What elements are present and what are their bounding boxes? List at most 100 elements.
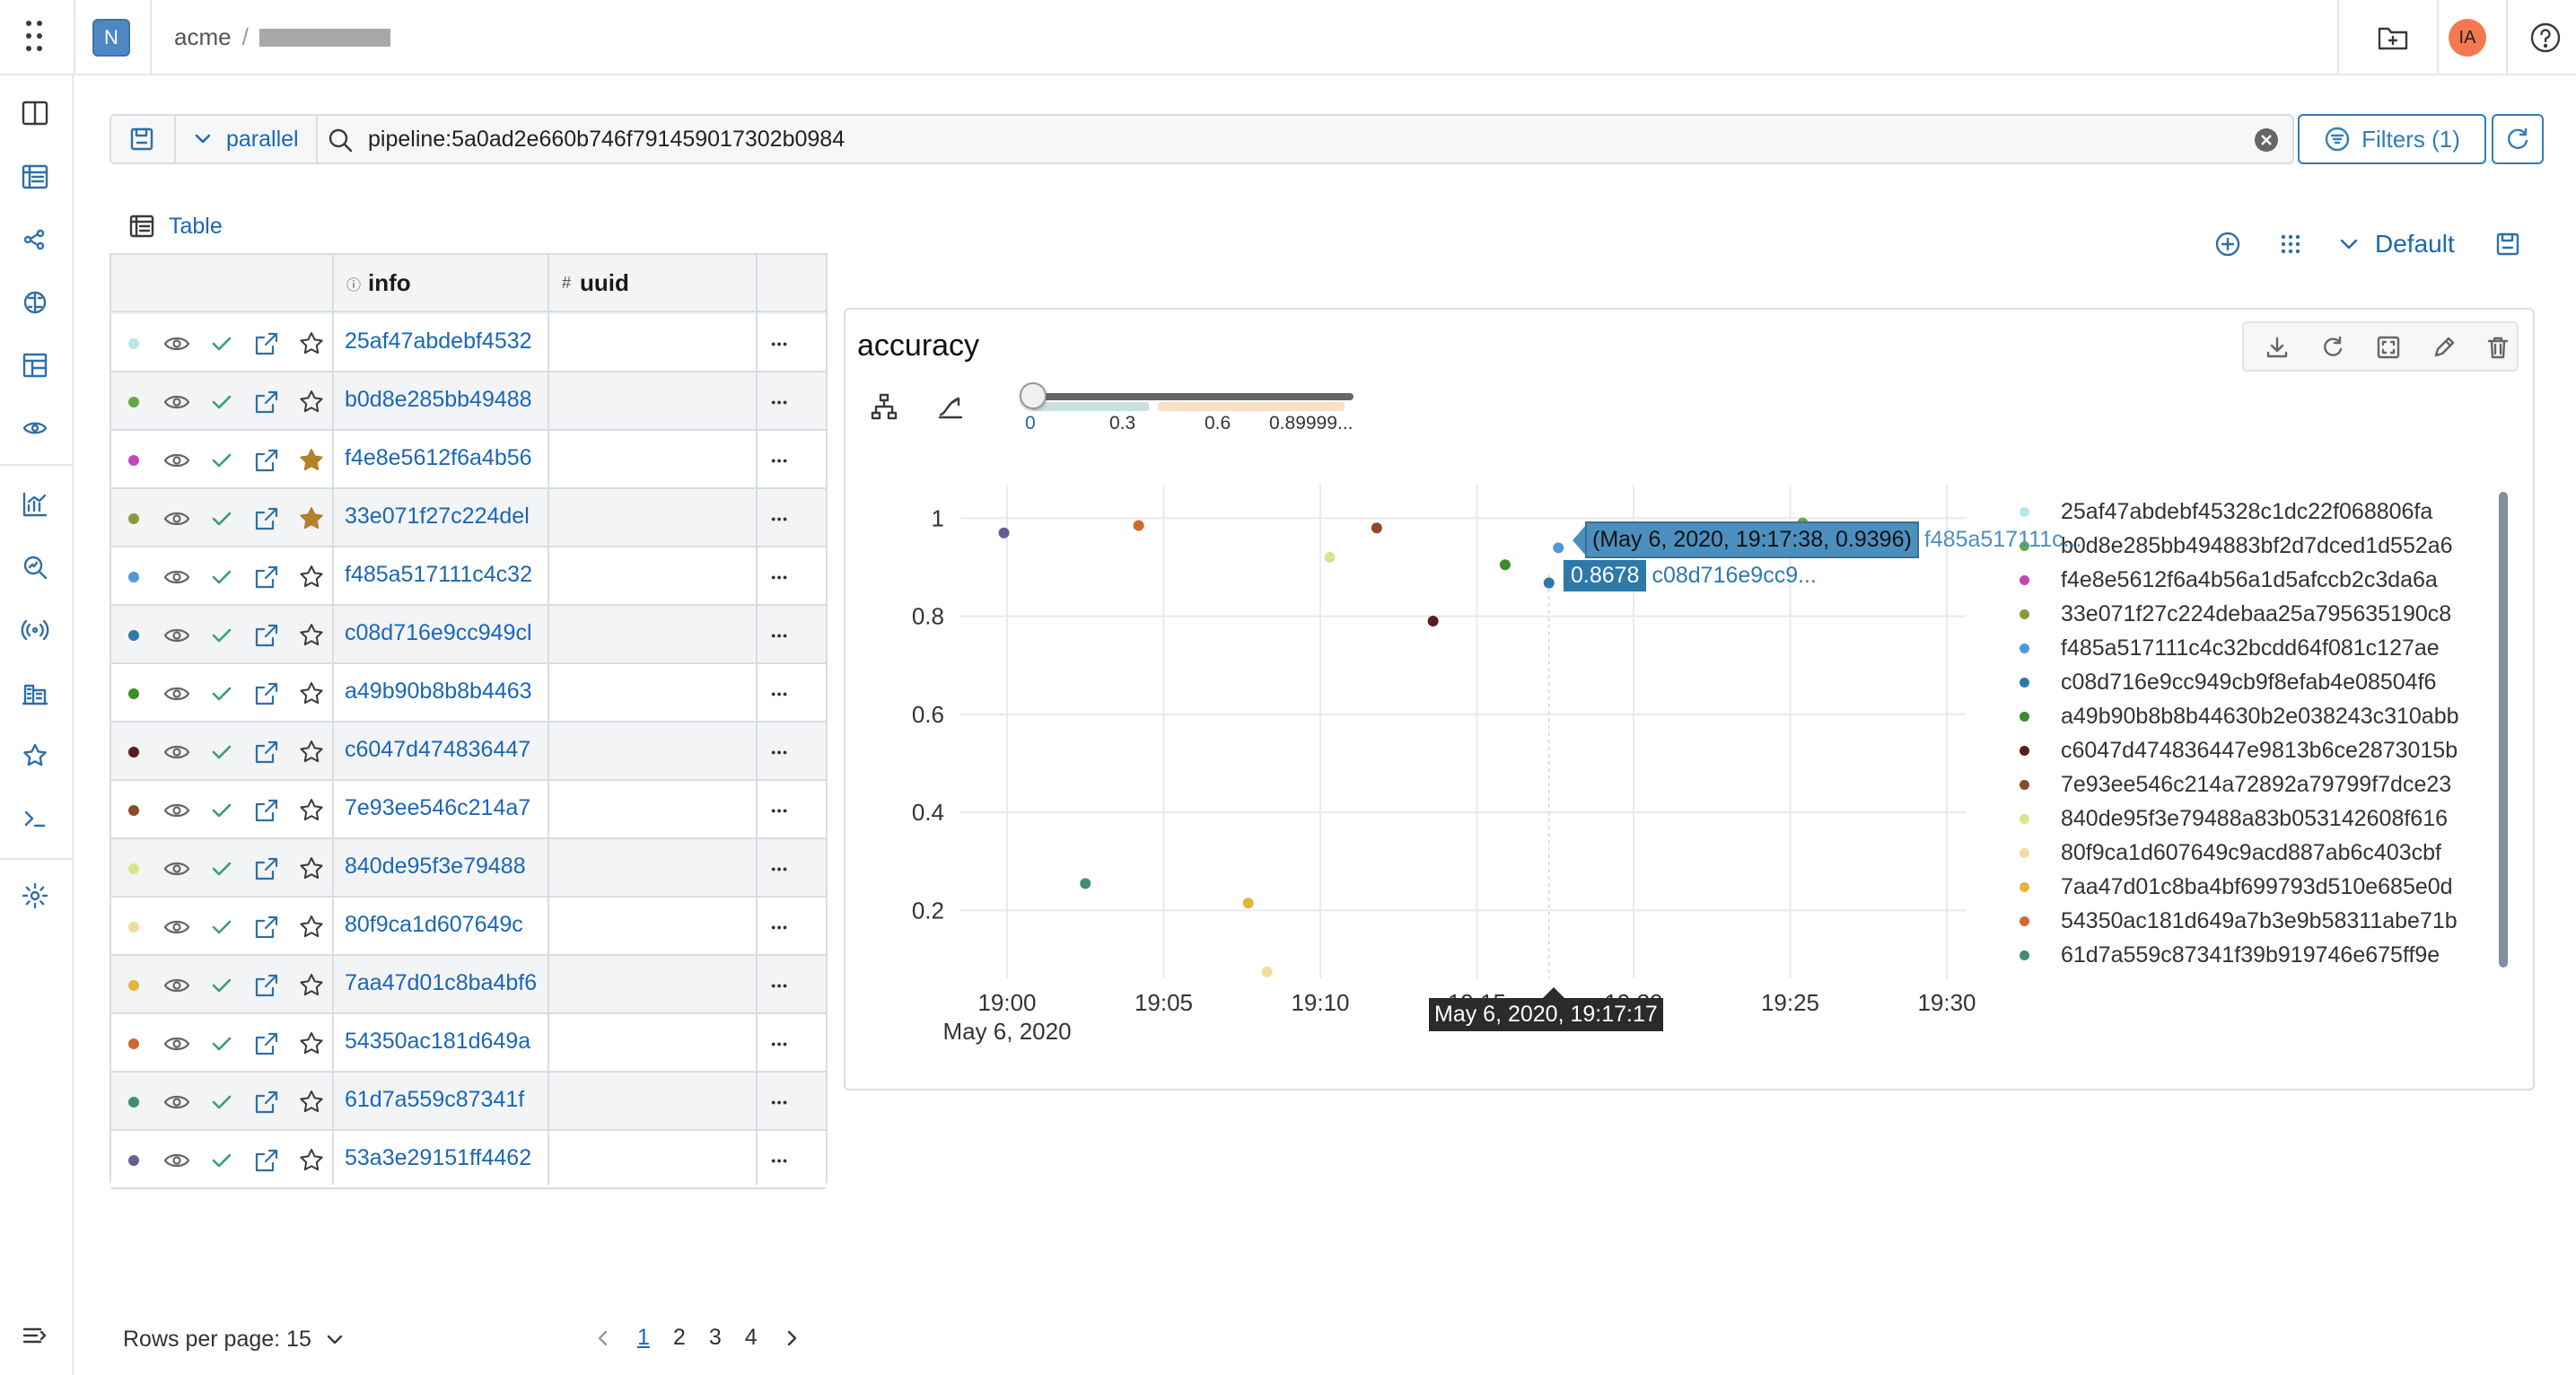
visibility-eye-icon[interactable] <box>162 970 192 1001</box>
run-hash-link[interactable]: 840de95f3e79488 <box>345 854 551 880</box>
checkmark-icon[interactable] <box>206 328 237 359</box>
open-external-icon[interactable] <box>251 912 282 942</box>
page-2[interactable]: 2 <box>673 1325 686 1351</box>
table-row[interactable]: 61d7a559c87341f ●●● <box>111 1073 826 1131</box>
run-hash-link[interactable]: 53a3e29151ff4462 <box>345 1145 551 1171</box>
mode-dropdown[interactable]: parallel <box>192 125 299 153</box>
run-hash-link[interactable]: 7e93ee546c214a7 <box>345 795 551 821</box>
download-icon[interactable] <box>2264 334 2291 361</box>
expand-icon[interactable] <box>15 1316 55 1355</box>
checkmark-icon[interactable] <box>206 679 237 709</box>
more-actions-icon[interactable]: ●●● <box>771 806 788 815</box>
data-point[interactable] <box>1261 966 1273 977</box>
table-row[interactable]: a49b90b8b8b4463 ●●● <box>111 664 826 723</box>
open-external-icon[interactable] <box>251 970 282 1001</box>
add-chart-icon[interactable] <box>2213 230 2242 258</box>
more-actions-icon[interactable]: ●●● <box>771 456 788 465</box>
run-hash-link[interactable]: 7aa47d01c8ba4bf6 <box>345 970 551 996</box>
checkmark-icon[interactable] <box>206 387 237 417</box>
table-row[interactable]: f4e8e5612f6a4b56 ●●● <box>111 431 826 489</box>
star-icon[interactable] <box>296 854 327 884</box>
legend-item[interactable]: 33e071f27c224debaa25a795635190c8 <box>2020 600 2451 627</box>
star-icon[interactable] <box>296 795 327 826</box>
more-actions-icon[interactable]: ●●● <box>771 573 788 582</box>
star-icon[interactable] <box>296 504 327 534</box>
open-external-icon[interactable] <box>251 795 282 826</box>
table-row[interactable]: c08d716e9cc949cl ●●● <box>111 606 826 664</box>
table-row[interactable]: 33e071f27c224del ●●● <box>111 489 826 547</box>
checkmark-icon[interactable] <box>206 1145 237 1176</box>
table-row[interactable]: f485a517111c4c32 ●●● <box>111 547 826 606</box>
broadcast-icon[interactable] <box>15 610 55 650</box>
table-row[interactable]: c6047d474836447 ●●● <box>111 723 826 781</box>
data-point[interactable] <box>1543 577 1555 589</box>
clear-search-icon[interactable] <box>2253 127 2280 153</box>
star-icon[interactable] <box>296 679 327 709</box>
legend-item[interactable]: c08d716e9cc949cb9f8efab4e08504f6 <box>2020 669 2436 696</box>
page-1[interactable]: 1 <box>637 1325 650 1351</box>
layout-dropdown[interactable]: Default <box>2337 230 2455 258</box>
star-icon[interactable] <box>296 445 327 476</box>
visibility-eye-icon[interactable] <box>162 1087 192 1117</box>
run-hash-link[interactable]: 61d7a559c87341f <box>345 1087 551 1113</box>
visibility-eye-icon[interactable] <box>162 1029 192 1059</box>
terminal-icon[interactable] <box>15 799 55 838</box>
checkmark-icon[interactable] <box>206 912 237 942</box>
legend-item[interactable]: 840de95f3e79488a83b053142608f616 <box>2020 805 2448 832</box>
table-icon[interactable] <box>15 157 55 197</box>
filters-button[interactable]: Filters (1) <box>2298 114 2486 164</box>
data-point[interactable] <box>998 527 1010 539</box>
table-row[interactable]: 53a3e29151ff4462 ●●● <box>111 1131 826 1189</box>
checkmark-icon[interactable] <box>206 854 237 884</box>
slider-handle[interactable] <box>1020 382 1047 409</box>
help-icon[interactable] <box>2528 20 2563 56</box>
star-icon[interactable] <box>296 620 327 651</box>
checkmark-icon[interactable] <box>206 562 237 592</box>
dashboard-icon[interactable] <box>15 346 55 385</box>
star-icon[interactable] <box>296 328 327 359</box>
checkmark-icon[interactable] <box>206 795 237 826</box>
rows-per-page[interactable]: Rows per page: 15 <box>123 1327 346 1353</box>
open-external-icon[interactable] <box>251 328 282 359</box>
fullscreen-icon[interactable] <box>2375 334 2402 361</box>
more-actions-icon[interactable]: ●●● <box>771 631 788 640</box>
legend-item[interactable]: a49b90b8b8b44630b2e038243c310abb <box>2020 703 2459 730</box>
legend-item[interactable]: 80f9ca1d607649c9acd887ab6c403cbf <box>2020 839 2441 866</box>
star-icon[interactable] <box>296 970 327 1001</box>
open-external-icon[interactable] <box>251 387 282 417</box>
legend-item[interactable]: b0d8e285bb494883bf2d7dced1d552a6 <box>2020 532 2453 559</box>
legend-item[interactable]: f485a517111c4c32bcdd64f081c127ae <box>2020 635 2440 661</box>
data-point[interactable] <box>1499 559 1511 571</box>
reload-icon[interactable] <box>2319 334 2346 361</box>
search-chart-icon[interactable] <box>15 547 55 587</box>
graph-icon[interactable] <box>15 220 55 259</box>
chevron-left-icon[interactable] <box>592 1327 614 1349</box>
columns-icon[interactable] <box>15 93 55 133</box>
star-icon[interactable] <box>296 387 327 417</box>
open-external-icon[interactable] <box>251 620 282 651</box>
edit-icon[interactable] <box>2431 334 2458 361</box>
open-external-icon[interactable] <box>251 679 282 709</box>
workspace-badge[interactable]: N <box>92 19 130 57</box>
checkmark-icon[interactable] <box>206 737 237 767</box>
open-external-icon[interactable] <box>251 854 282 884</box>
visibility-eye-icon[interactable] <box>162 504 192 534</box>
checkmark-icon[interactable] <box>206 445 237 476</box>
visibility-eye-icon[interactable] <box>162 445 192 476</box>
apps-grid-icon[interactable] <box>22 18 47 54</box>
legend-item[interactable]: 61d7a559c87341f39b919746e675ff9e <box>2020 941 2440 968</box>
more-actions-icon[interactable]: ●●● <box>771 923 788 932</box>
legend-item[interactable]: 54350ac181d649a7b3e9b58311abe71b <box>2020 907 2458 934</box>
breadcrumb-project-redacted[interactable] <box>258 28 390 47</box>
open-external-icon[interactable] <box>251 1087 282 1117</box>
table-row[interactable]: 7e93ee546c214a7 ●●● <box>111 781 826 839</box>
more-actions-icon[interactable]: ●●● <box>771 398 788 407</box>
run-hash-link[interactable]: 54350ac181d649a <box>345 1029 551 1055</box>
more-actions-icon[interactable]: ●●● <box>771 981 788 990</box>
run-hash-link[interactable]: c6047d474836447 <box>345 737 551 763</box>
settings-icon[interactable] <box>15 876 55 915</box>
data-point[interactable] <box>1324 552 1336 564</box>
run-hash-link[interactable]: f485a517111c4c32 <box>345 562 551 588</box>
checkmark-icon[interactable] <box>206 1087 237 1117</box>
checkmark-icon[interactable] <box>206 1029 237 1059</box>
